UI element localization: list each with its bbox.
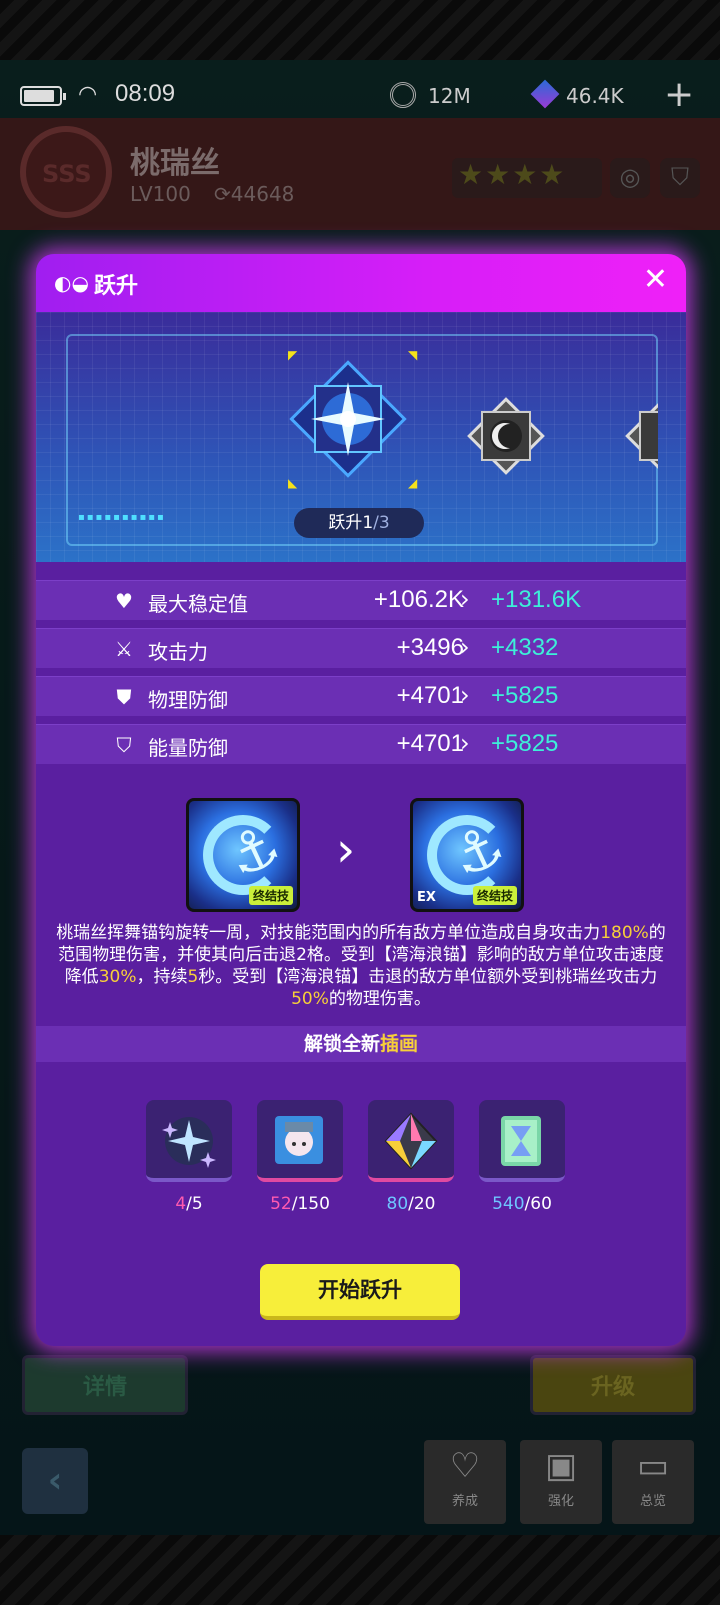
star-rating: ★★★★	[452, 158, 602, 198]
shield-alert-icon: ⛊	[116, 685, 132, 709]
clock: 08:09	[115, 80, 176, 107]
stat-row: ♥ 最大稳定值 +106.2K › +131.6K	[36, 580, 686, 620]
currency-1-amount: 12M	[428, 84, 471, 108]
material-item[interactable]: 52/150	[257, 1100, 343, 1214]
ultimate-tag: 终结技	[472, 886, 517, 905]
material-item[interactable]: 540/60	[479, 1100, 565, 1214]
character-level: LV100	[130, 182, 191, 206]
sword-icon: ⚔	[115, 637, 133, 661]
ascension-stage-1-icon	[289, 360, 407, 478]
corner-marker: ◢	[408, 476, 418, 490]
stat-row: ⚔ 攻击力 +3496 › +4332	[36, 628, 686, 668]
ascension-modal: ◐◒ 跃升 ✕ ▪▪▪▪▪▪▪▪▪▪ ◤ ◥ ◣ ◢ 跃升1/3 ♥ 最大稳定值…	[36, 254, 686, 1346]
chevron-right-icon: ›	[460, 729, 470, 757]
battery-icon	[20, 86, 66, 106]
back-button[interactable]: ‹	[22, 1448, 88, 1514]
stat-comparison: ♥ 最大稳定值 +106.2K › +131.6K ⚔ 攻击力 +3496 › …	[36, 580, 686, 772]
nav-overview[interactable]: ▭ 总览	[612, 1440, 694, 1524]
add-currency-button[interactable]: +	[664, 74, 694, 115]
skill-current[interactable]: ⚓ 终结技	[186, 798, 300, 912]
nav-enhance[interactable]: ▣ 强化	[520, 1440, 602, 1524]
material-item[interactable]: 4/5	[146, 1100, 232, 1214]
coin-icon	[390, 82, 416, 108]
stat-row: ⛊ 物理防御 +4701 › +5825	[36, 676, 686, 716]
gem-icon	[530, 79, 560, 109]
corner-marker: ◤	[288, 348, 298, 362]
folder-icon: ▭	[636, 1446, 670, 1486]
heart-icon: ♥	[115, 589, 133, 613]
corner-marker: ◣	[288, 476, 298, 490]
star-cluster-icon	[146, 1100, 232, 1182]
character-header: SSS 桃瑞丝 LV100 ⟳44648 ★★★★ ◎ ⛉	[0, 118, 720, 230]
status-bar: ◠ 08:09 12M 46.4K +	[0, 74, 720, 118]
material-item[interactable]: 80/20	[368, 1100, 454, 1214]
start-ascension-button[interactable]: 开始跃升	[260, 1264, 460, 1320]
close-button[interactable]: ✕	[643, 262, 668, 297]
chevron-right-icon: ›	[336, 822, 356, 878]
rank-badge: SSS	[20, 126, 112, 218]
wifi-icon: ◠	[78, 82, 98, 107]
character-power: ⟳44648	[214, 182, 295, 206]
ultimate-tag: 终结技	[248, 886, 293, 905]
chevron-right-icon: ›	[460, 633, 470, 661]
ascension-stage-3-icon	[625, 397, 658, 475]
ex-tag: EX	[417, 890, 436, 905]
upgrade-button[interactable]: 升级	[530, 1355, 696, 1415]
nav-cultivate[interactable]: ♡ 养成	[424, 1440, 506, 1524]
character-name: 桃瑞丝	[130, 146, 220, 181]
stat-row: ⛉ 能量防御 +4701 › +5825	[36, 724, 686, 764]
modal-title: 跃升	[94, 274, 139, 299]
hourglass-card-icon	[479, 1100, 565, 1182]
ascension-stage-2-icon	[467, 397, 545, 475]
currency-2-amount: 46.4K	[566, 84, 624, 108]
skill-upgraded[interactable]: ⚓ EX 终结技	[410, 798, 524, 912]
shield-icon[interactable]: ⛉	[660, 158, 700, 198]
chevron-right-icon: ›	[460, 585, 470, 613]
unlock-banner: 解锁全新插画	[36, 1026, 686, 1062]
modal-header: ◐◒ 跃升 ✕	[36, 254, 686, 312]
bottom-letterbox	[0, 1535, 720, 1605]
ascension-preview: ▪▪▪▪▪▪▪▪▪▪ ◤ ◥ ◣ ◢ 跃升1/3	[36, 312, 686, 562]
corner-marker: ◥	[408, 348, 418, 362]
details-button[interactable]: 详情	[22, 1355, 188, 1415]
decor-dots: ▪▪▪▪▪▪▪▪▪▪	[78, 512, 166, 523]
prism-icon	[368, 1100, 454, 1182]
chevron-right-icon: ›	[460, 681, 470, 709]
swirl-icon[interactable]: ◎	[610, 158, 650, 198]
skill-description: 桃瑞丝挥舞锚钩旋转一周，对技能范围内的所有敌方单位造成自身攻击力180%的范围物…	[56, 923, 666, 1009]
chip-icon: ▣	[544, 1446, 578, 1486]
portrait-chip-icon	[257, 1100, 343, 1182]
heart-icon: ♡	[449, 1446, 481, 1486]
ascension-logo-icon: ◐◒	[54, 271, 89, 295]
ascension-level: 跃升1/3	[294, 508, 424, 538]
top-letterbox	[0, 0, 720, 60]
shield-bolt-icon: ⛉	[116, 733, 132, 757]
